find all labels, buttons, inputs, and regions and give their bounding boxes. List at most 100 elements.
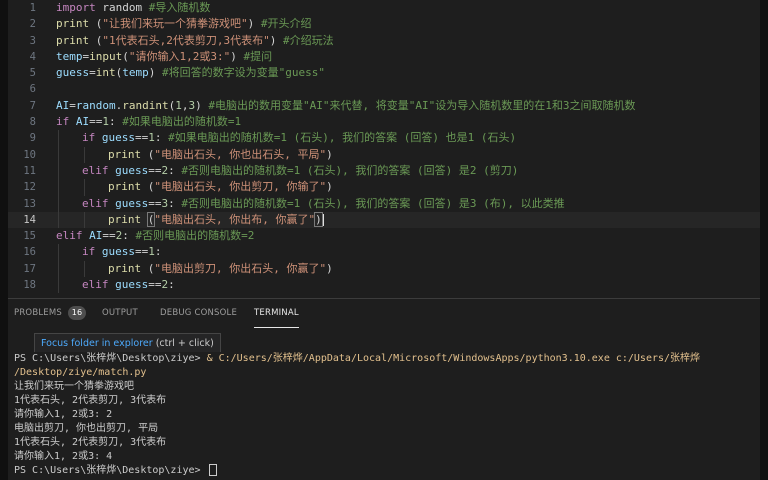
code-token: int <box>95 66 116 80</box>
code-line[interactable]: 4 temp=input("请你输入1,2或3:") #提问 <box>8 49 760 65</box>
code-text: print ("让我们来玩一个猜拳游戏吧") #开头介绍 <box>56 16 312 32</box>
code-editor[interactable]: 1 import random #导入随机数 2 print ("让我们来玩一个猜拳游… <box>8 0 760 298</box>
code-token: ) <box>148 66 162 80</box>
code-token: "电脑出石头, 你出布, 你赢了" <box>154 212 316 226</box>
tooltip-shortcut: (ctrl + click) <box>152 338 214 349</box>
terminal-output: 请你输入1, 2或3: 2 <box>14 409 113 420</box>
code-token: ) <box>326 261 333 275</box>
line-number: 4 <box>29 50 36 63</box>
code-token: 1 <box>148 131 155 145</box>
code-line[interactable]: 1 import random #导入随机数 <box>8 0 760 16</box>
code-token: #介绍玩法 <box>282 33 334 47</box>
terminal-output: 电脑出剪刀, 你也出剪刀, 平局 <box>14 423 159 434</box>
code-text: elif guess==2: <box>82 277 175 293</box>
tab-output-label: OUTPUT <box>102 308 138 318</box>
terminal-line: 1代表石头, 2代表剪刀, 3代表布 <box>8 436 760 450</box>
code-token: "请你输入1,2或3:" <box>128 49 231 63</box>
code-token: print <box>56 17 90 31</box>
code-line[interactable]: 5 guess=int(temp) #将回答的数字设为变量"guess" <box>8 65 760 81</box>
terminal-line: 电脑出剪刀, 你也出剪刀, 平局 <box>8 422 760 436</box>
terminal-command-cont: /Desktop/ziye/match.py <box>14 367 147 378</box>
code-token: input <box>89 49 123 63</box>
line-number: 2 <box>29 18 36 31</box>
problems-count-badge: 16 <box>68 306 86 320</box>
code-token: : <box>154 245 162 259</box>
code-line[interactable]: 9 if guess==1: #如果电脑出的随机数=1 (石头), 我们的答案 (… <box>8 130 760 147</box>
code-line[interactable]: 17 print ("电脑出剪刀, 你出石头, 你赢了") <box>8 260 760 278</box>
panel-tab-bar: PROBLEMS 16 OUTPUT DEBUG CONSOLE TERMINAL <box>8 299 760 329</box>
code-token: "1代表石头,2代表剪刀,3代表布" <box>102 33 270 47</box>
code-token: 1 <box>148 245 155 259</box>
code-token: ) <box>269 33 283 47</box>
tab-debug-console[interactable]: DEBUG CONSOLE <box>160 299 237 327</box>
code-token: elif <box>82 163 109 177</box>
code-text: print ("电脑出石头, 你出布, 你赢了") <box>108 211 324 228</box>
code-token: ( <box>141 261 155 275</box>
code-token: == <box>135 131 149 145</box>
terminal-line: 1代表石头, 2代表剪刀, 3代表布 <box>8 394 760 408</box>
code-token: guess <box>56 66 90 80</box>
tab-output[interactable]: OUTPUT <box>102 299 138 327</box>
code-token: #否则电脑出的随机数=1 (石头), 我们的答案 (回答) 是2 (剪刀) <box>181 163 519 177</box>
code-line[interactable]: 12 print ("电脑出石头, 你出剪刀, 你输了") <box>8 179 760 196</box>
code-text: print ("电脑出石头, 你也出石头, 平局") <box>108 147 333 163</box>
code-line[interactable]: 7 AI=random.randint(1,3) #电脑出的数用变量"AI"来代替… <box>8 98 760 114</box>
code-token: AI <box>89 229 103 243</box>
code-line[interactable]: 13 elif guess==3: #否则电脑出的随机数=1 (石头), 我们的答… <box>8 195 760 212</box>
letterbox-left <box>0 0 8 480</box>
code-token: #导入随机数 <box>148 1 211 14</box>
line-number: 7 <box>29 99 36 112</box>
indent-guide <box>58 146 59 163</box>
code-line[interactable]: 10 print ("电脑出石头, 你也出石头, 平局") <box>8 146 760 163</box>
terminal-prompt: PS C:\Users\张梓烨\Desktop\ziye> <box>14 465 207 476</box>
code-token: == <box>148 163 162 177</box>
code-token: ) <box>195 98 209 112</box>
code-token: : <box>168 196 182 210</box>
code-token: guess <box>101 245 135 259</box>
indent-guide <box>58 260 59 278</box>
code-token: = <box>69 98 76 112</box>
code-token: : <box>168 163 182 177</box>
tab-problems[interactable]: PROBLEMS 16 <box>14 299 86 327</box>
indent-guide <box>58 162 59 180</box>
code-text: print ("1代表石头,2代表剪刀,3代表布") #介绍玩法 <box>56 33 334 49</box>
line-number: 11 <box>23 164 36 177</box>
code-token: #将回答的数字设为变量"guess" <box>162 66 325 80</box>
code-token: guess <box>115 278 149 292</box>
code-token: ) <box>326 147 333 161</box>
code-line[interactable]: 8 if AI==1: #如果电脑出的随机数=1 <box>8 114 760 130</box>
code-text: AI=random.randint(1,3) #电脑出的数用变量"AI"来代替,… <box>56 98 635 114</box>
code-line[interactable]: 18 elif guess==2: <box>8 277 760 294</box>
code-line[interactable]: 16 if guess==1: <box>8 244 760 261</box>
indent-guide <box>58 244 59 261</box>
line-number: 10 <box>23 148 36 161</box>
code-token: : <box>154 131 169 145</box>
code-line[interactable]: 11 elif guess==2: #否则电脑出的随机数=1 (石头), 我们的答… <box>8 162 760 180</box>
code-token: "让我们来玩一个猜拳游戏吧" <box>102 17 248 31</box>
code-token: print <box>108 180 142 194</box>
terminal-cursor <box>208 464 217 476</box>
tab-terminal-label: TERMINAL <box>254 308 299 318</box>
code-token: elif <box>82 196 109 210</box>
code-line[interactable]: 14 print ("电脑出石头, 你出布, 你赢了") <box>8 211 760 229</box>
focus-folder-link[interactable]: Focus folder in explorer <box>41 338 153 349</box>
code-line[interactable]: 6 <box>8 81 760 97</box>
terminal-line: 请你输入1, 2或3: 4 <box>8 450 760 464</box>
code-token: : <box>122 229 136 243</box>
code-token: == <box>148 278 162 292</box>
line-number: 9 <box>29 132 36 145</box>
tab-terminal[interactable]: TERMINAL <box>254 299 299 328</box>
code-line[interactable]: 15 elif AI==2: #否则电脑出的随机数=2 <box>8 228 760 244</box>
code-line[interactable]: 3 print ("1代表石头,2代表剪刀,3代表布") #介绍玩法 <box>8 33 760 49</box>
code-token: "电脑出石头, 你也出石头, 平局" <box>154 147 327 161</box>
code-token: print <box>56 33 90 47</box>
code-token: print <box>108 212 142 226</box>
code-line[interactable]: 2 print ("让我们来玩一个猜拳游戏吧") #开头介绍 <box>8 16 760 32</box>
terminal-line: 请你输入1, 2或3: 2 <box>8 408 760 422</box>
terminal[interactable]: PS C:\Users\张梓烨\Desktop\ziye> & C:/Users… <box>8 352 760 480</box>
code-text: elif guess==3: #否则电脑出的随机数=1 (石头), 我们的答案 … <box>82 196 565 212</box>
code-text: temp=input("请你输入1,2或3:") #提问 <box>56 49 272 65</box>
indent-guide <box>58 211 59 229</box>
code-token: #否则电脑出的随机数=1 (石头), 我们的答案 (回答) 是3 (布), 以此… <box>181 196 565 210</box>
code-text: if AI==1: #如果电脑出的随机数=1 <box>56 114 241 130</box>
